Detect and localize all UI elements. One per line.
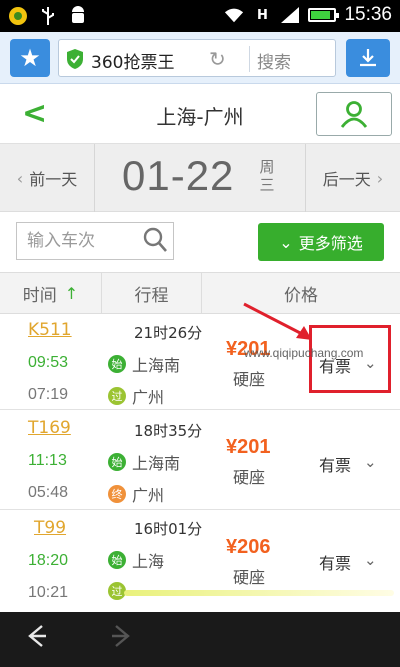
column-route-label: 行程	[134, 285, 169, 306]
from-station: 始 上海	[108, 548, 164, 572]
depart-time: 09:53	[28, 354, 69, 371]
signal-icon	[280, 5, 300, 25]
more-filters-label: 更多筛选	[298, 234, 363, 253]
seat-type: 硬座	[233, 468, 266, 487]
clock: 15:36	[344, 4, 392, 25]
browser-toolbar: ★ 360抢票王 ↻ 搜索	[0, 32, 400, 84]
star-icon: ★	[19, 44, 41, 72]
from-station-name: 上海	[132, 552, 165, 571]
arrive-time: 10:21	[28, 584, 69, 601]
download-icon	[360, 49, 376, 67]
weekday-top: 周	[259, 158, 275, 176]
table-row[interactable]: T169 11:13 05:48 18时35分 始 上海南 终 广州 ¥201 …	[0, 410, 400, 510]
from-station-name: 上海南	[132, 454, 181, 473]
table-row[interactable]: T99 18:20 10:21 16时01分 始 上海 过 ¥206 硬座 有票…	[0, 510, 400, 612]
weekday: 周 三	[257, 158, 277, 194]
next-day-button[interactable]: 后一天 ›	[305, 144, 400, 212]
battery-level	[311, 11, 331, 19]
column-time[interactable]: 时间 ↑	[0, 273, 102, 313]
user-icon	[340, 101, 368, 128]
to-station-name: 广州	[132, 486, 165, 505]
start-badge-icon: 始	[108, 355, 126, 373]
next-day-label: 后一天	[322, 170, 371, 189]
chevron-down-icon[interactable]: ⌄	[364, 453, 377, 471]
current-date[interactable]: 01-22	[122, 152, 234, 200]
more-filters-button[interactable]: ⌄ 更多筛选	[258, 223, 384, 261]
weekday-bottom: 三	[259, 176, 275, 194]
train-number[interactable]: K511	[28, 320, 72, 340]
train-number[interactable]: T99	[34, 518, 66, 538]
prev-day-label: 前一天	[29, 170, 78, 189]
address-bar[interactable]: 360抢票王 ↻ 搜索	[58, 39, 336, 77]
column-route[interactable]: 行程	[102, 273, 202, 313]
train-number[interactable]: T169	[28, 418, 71, 438]
chevron-right-icon: ›	[376, 168, 384, 188]
to-station-name: 广州	[132, 388, 165, 407]
bookmark-star-button[interactable]: ★	[10, 39, 50, 77]
table-header: 时间 ↑ 行程 价格	[0, 272, 400, 314]
trip-duration: 21时26分	[134, 324, 203, 342]
seat-type: 硬座	[233, 370, 266, 389]
bottom-navigation	[0, 612, 400, 667]
page-header: < 上海-广州	[0, 84, 400, 144]
ticket-price: ¥201	[226, 436, 271, 458]
search-icon[interactable]	[142, 226, 168, 254]
date-selector: ‹ 前一天 01-22 周 三 后一天 ›	[0, 144, 400, 212]
arrive-time: 05:48	[28, 484, 69, 501]
seat-type: 硬座	[233, 568, 266, 587]
status-bar: H 15:36	[0, 0, 400, 32]
battery-icon	[308, 8, 340, 22]
from-station: 始 上海南	[108, 352, 180, 376]
from-station-name: 上海南	[132, 356, 181, 375]
filter-row: ⌄ 更多筛选	[0, 212, 400, 272]
chevron-left-icon: ‹	[16, 168, 24, 188]
depart-time: 18:20	[28, 552, 69, 569]
reload-icon[interactable]: ↻	[209, 47, 226, 71]
trip-duration: 18时35分	[134, 422, 203, 440]
loading-bar	[124, 590, 394, 596]
chevron-down-icon[interactable]: ⌄	[364, 551, 377, 569]
start-badge-icon: 始	[108, 453, 126, 471]
depart-time: 11:13	[28, 452, 67, 469]
pass-badge-icon: 过	[108, 387, 126, 405]
prev-day-button[interactable]: ‹ 前一天	[0, 144, 95, 212]
notification-icon	[8, 6, 28, 26]
from-station: 始 上海南	[108, 450, 180, 474]
wifi-icon	[224, 5, 244, 25]
watermark: www.qiqipuchang.com	[244, 346, 364, 360]
android-icon	[68, 6, 88, 26]
nav-forward-arrow-icon[interactable]	[110, 622, 134, 657]
browser-search-field[interactable]: 搜索	[257, 48, 291, 73]
end-badge-icon: 终	[108, 485, 126, 503]
to-station: 终 广州	[108, 482, 164, 506]
availability[interactable]: 有票	[319, 550, 351, 574]
column-time-label: 时间	[22, 285, 57, 306]
url-text: 360抢票王	[91, 53, 175, 73]
to-station: 过 广州	[108, 384, 164, 408]
annotation-arrow-icon	[243, 302, 312, 340]
sort-up-icon: ↑	[64, 283, 79, 303]
divider	[249, 46, 250, 72]
ticket-price: ¥206	[226, 536, 271, 558]
start-badge-icon: 始	[108, 551, 126, 569]
arrive-time: 07:19	[28, 386, 69, 403]
sim-h-icon: H	[257, 7, 268, 23]
nav-back-arrow-icon[interactable]	[24, 622, 48, 657]
shield-icon	[67, 49, 83, 69]
availability[interactable]: 有票	[319, 452, 351, 476]
user-button[interactable]	[316, 92, 392, 136]
chevron-down-icon: ⌄	[279, 232, 293, 252]
usb-icon	[38, 6, 58, 26]
download-button[interactable]	[346, 39, 390, 77]
trip-duration: 16时01分	[134, 520, 203, 538]
